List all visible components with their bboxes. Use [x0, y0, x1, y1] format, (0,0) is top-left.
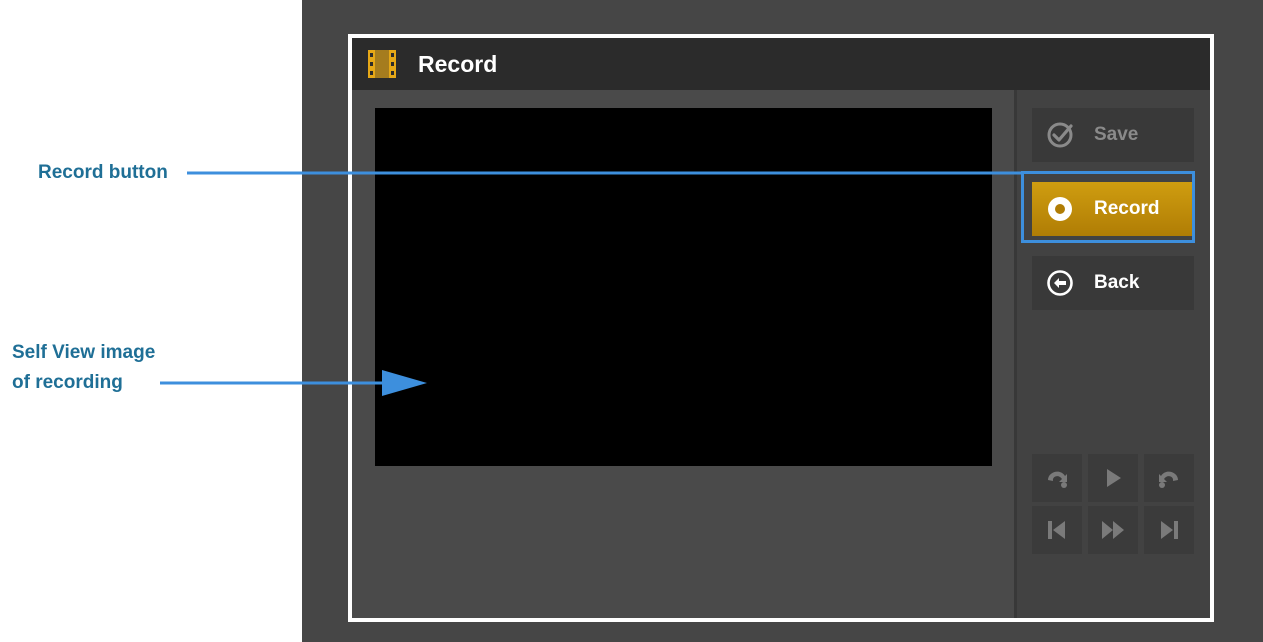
record-button-callout: Record button: [38, 162, 168, 183]
self-view-arrowhead: [382, 370, 427, 396]
self-view-callout-line1: Self View image: [12, 342, 156, 363]
annotation-arrows: [160, 171, 1021, 396]
self-view-callout-line2: of recording: [12, 372, 123, 393]
